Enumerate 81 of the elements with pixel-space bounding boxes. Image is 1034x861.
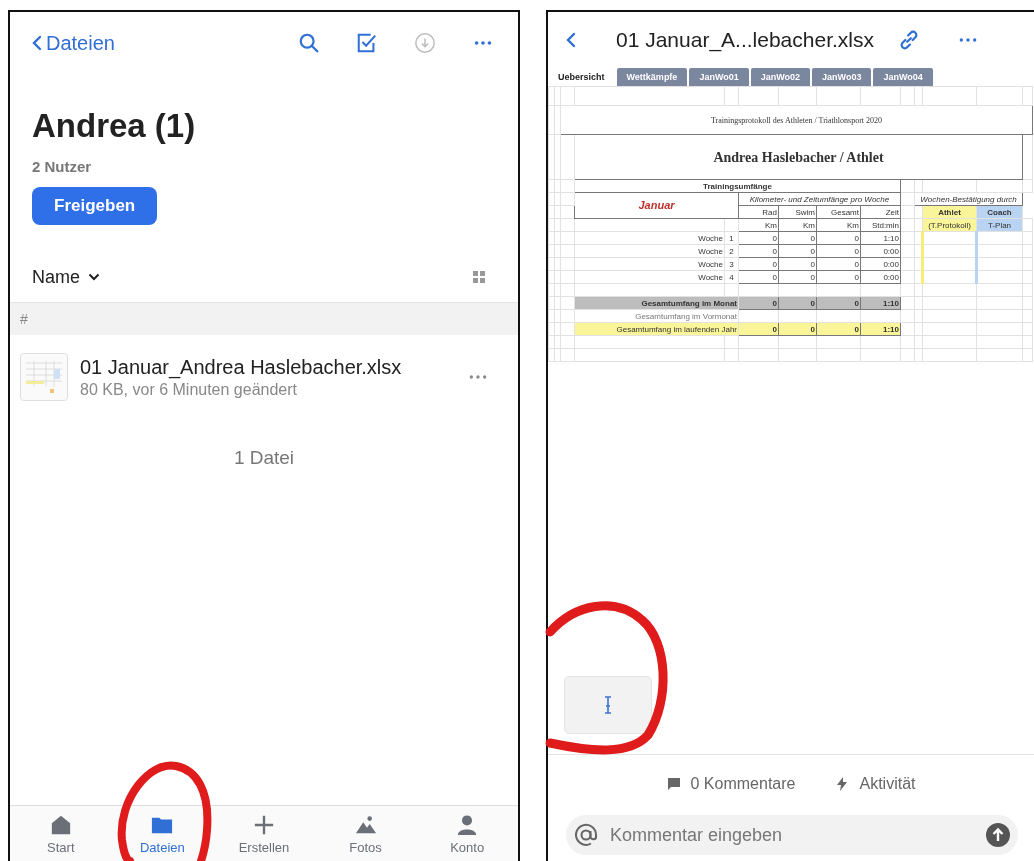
table-cell: Km [816, 218, 861, 232]
table-cell: Swim [778, 205, 817, 219]
table-cell: 0 [816, 270, 861, 284]
sheet-tab[interactable]: JanWo02 [750, 68, 811, 86]
table-cell: 0 [778, 244, 817, 258]
table-cell: Woche [574, 270, 725, 284]
table-cell: 2 [724, 244, 739, 258]
comment-field[interactable]: Kommentar eingeben [566, 815, 1018, 855]
table-cell: 0 [738, 257, 779, 271]
at-sign-icon [574, 823, 598, 847]
table-cell: 0 [778, 257, 817, 271]
section-header: # [20, 311, 28, 327]
sort-button[interactable]: Name [32, 266, 100, 288]
sheet-tab[interactable]: JanWo03 [812, 68, 872, 86]
table-cell: Andrea Haslebacher / Athlet [574, 134, 1023, 180]
file-title: 01 Januar_A...lebacher.xlsx [616, 28, 874, 52]
comments-link[interactable]: 0 Kommentare [666, 775, 796, 793]
tab-bar-item[interactable]: Fotos [314, 814, 417, 861]
table-cell: Std:min [860, 218, 901, 232]
comment-input[interactable]: Kommentar eingeben [608, 823, 976, 847]
table-cell: 0 [738, 270, 779, 284]
checkbox-icon[interactable] [356, 32, 378, 54]
table-cell: Gesamtumfang im Vormonat [574, 309, 739, 323]
table-cell: Januar [574, 192, 739, 219]
grid-view-icon[interactable] [472, 270, 486, 284]
table-cell: 0 [778, 231, 817, 245]
table-cell: 0 [778, 270, 817, 284]
file-count: 1 Datei [232, 447, 296, 469]
table-cell: Zeit [860, 205, 901, 219]
table-cell: Km [778, 218, 817, 232]
text-cursor-icon [603, 696, 613, 714]
table-cell: 0 [816, 244, 861, 258]
back-icon[interactable] [566, 32, 576, 48]
table-cell: 0:00 [860, 244, 901, 258]
table-cell: Km [738, 218, 779, 232]
sheet-tab[interactable]: Wettkämpfe [616, 68, 688, 86]
table-cell: Rad [738, 205, 779, 219]
file-name[interactable]: 01 Januar_Andrea Haslebacher.xlsx [80, 355, 456, 379]
table-cell: Wochen-Bestätigung durch [914, 192, 1023, 206]
tab-bar-item[interactable]: Konto [416, 814, 518, 861]
table-cell: 0 [738, 231, 779, 245]
table-cell: 0 [816, 231, 861, 245]
sheet-tab[interactable]: JanWo01 [689, 68, 749, 86]
table-cell: 0 [816, 257, 861, 271]
sheet-tab[interactable]: JanWo04 [873, 68, 933, 86]
folder-title: Andrea (1) [32, 106, 197, 146]
search-icon[interactable] [298, 32, 320, 54]
mountain-icon [353, 814, 378, 836]
lightning-icon [835, 777, 850, 791]
table-cell: Woche [574, 231, 725, 245]
table-cell: 1 [724, 231, 739, 245]
spreadsheet-thumbnail-icon[interactable] [20, 353, 68, 401]
chevron-down-icon [88, 273, 100, 281]
table-cell: 0:00 [860, 257, 901, 271]
table-cell: 0 [738, 244, 779, 258]
table-cell: 1:10 [860, 231, 901, 245]
link-icon[interactable] [898, 29, 920, 51]
table-cell: Kilometer- und Zeitumfänge pro Woche [738, 192, 901, 206]
table-cell: Trainingsumfänge [574, 179, 901, 193]
more-icon[interactable] [958, 36, 978, 44]
tab-bar-item[interactable]: Dateien [111, 814, 214, 861]
file-meta: 80 KB, vor 6 Minuten geändert [80, 380, 299, 399]
table-cell: Woche [574, 257, 725, 271]
comment-icon [666, 777, 681, 791]
tab-bar-item[interactable]: Erstellen [213, 814, 315, 861]
chevron-left-icon [32, 35, 42, 51]
text-cursor-button[interactable] [564, 676, 652, 734]
plus-icon [252, 814, 276, 836]
user-count: 2 Nutzer [32, 158, 93, 175]
share-button[interactable]: Freigeben [32, 187, 158, 225]
table-cell: 4 [724, 270, 739, 284]
activity-link[interactable]: Aktivität [835, 775, 916, 793]
tab-bar-item[interactable]: Start [10, 814, 112, 861]
send-icon[interactable] [986, 823, 1010, 847]
table-cell: Trainingsprotokoll des Athleten / Triathlonsport 2020 [560, 105, 1033, 135]
back-link[interactable]: Dateien [32, 31, 115, 55]
more-icon[interactable] [468, 373, 488, 381]
table-cell: 3 [724, 257, 739, 271]
table-cell: Gesamt [816, 205, 861, 219]
table-cell: 0:00 [860, 270, 901, 284]
table-cell: Woche [574, 244, 725, 258]
